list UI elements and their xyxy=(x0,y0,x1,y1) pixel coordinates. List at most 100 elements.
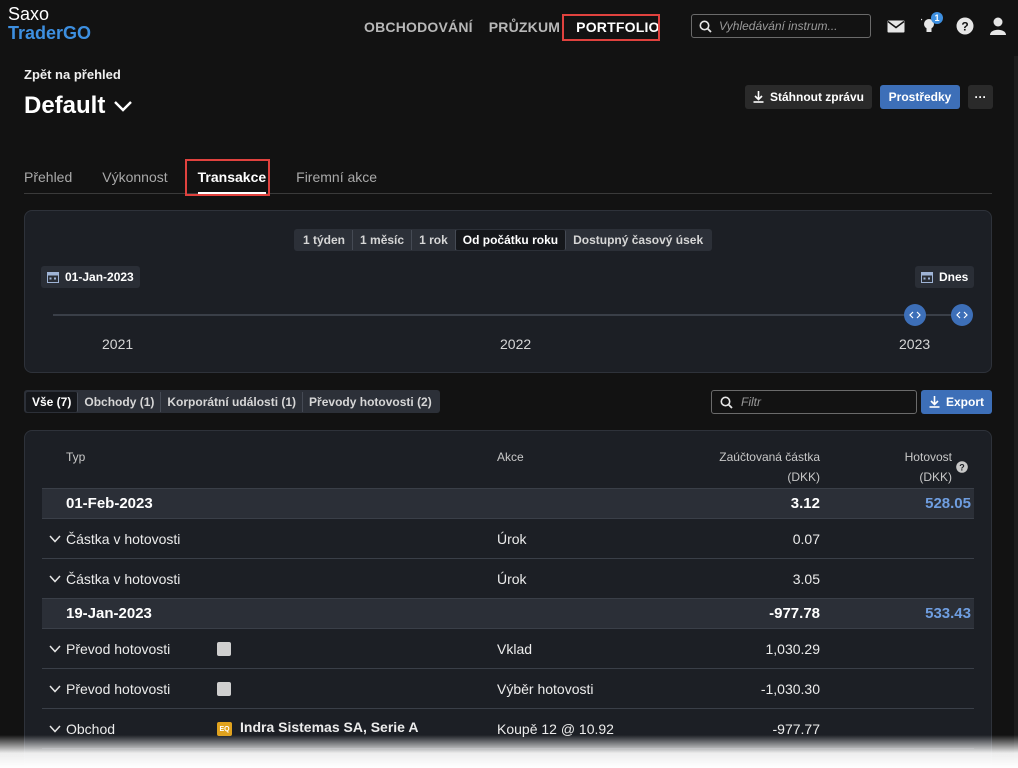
table-row[interactable]: Částka v hotovosti Úrok 0.07 xyxy=(42,519,974,559)
svg-text:?: ? xyxy=(959,462,965,472)
portfolio-tabs: Přehled Výkonnost Transakce Firemní akce xyxy=(24,163,992,194)
row-action: Úrok xyxy=(497,531,527,547)
col-header-amount-line2: (DKK) xyxy=(787,470,820,484)
table-row[interactable]: Částka v hotovosti Úrok 3.05 xyxy=(42,559,974,599)
row-instrument[interactable]: Indra Sistemas SA, Serie A xyxy=(240,719,418,735)
date-group-row: 01-Feb-2023 3.12 528.05 xyxy=(42,489,974,519)
year-label-2022: 2022 xyxy=(500,336,532,352)
col-header-type[interactable]: Typ xyxy=(66,447,85,467)
period-all-available[interactable]: Dostupný časový úsek xyxy=(566,230,710,250)
chevron-down-icon xyxy=(114,101,133,112)
end-date-value: Dnes xyxy=(939,270,969,284)
col-header-cash-line2: (DKK) xyxy=(919,470,952,484)
portfolio-selector[interactable]: Default xyxy=(24,92,133,120)
chevron-down-icon[interactable] xyxy=(49,685,61,693)
period-1-year[interactable]: 1 rok xyxy=(412,230,456,250)
timeline-track[interactable] xyxy=(53,314,968,316)
group-date: 01-Feb-2023 xyxy=(66,495,153,512)
end-date-picker[interactable]: Dnes xyxy=(915,266,975,288)
col-header-action[interactable]: Akce xyxy=(497,447,524,467)
col-header-cash[interactable]: Hotovost (DKK) xyxy=(842,447,952,487)
logo-saxo-text: Saxo xyxy=(8,4,50,24)
tab-firemni-akce[interactable]: Firemní akce xyxy=(296,163,377,193)
table-row[interactable]: Převod hotovosti Vklad 1,030.29 xyxy=(42,629,974,669)
chevron-down-icon[interactable] xyxy=(49,645,61,653)
document-icon[interactable] xyxy=(217,682,231,696)
user-profile-icon[interactable] xyxy=(988,16,1008,36)
period-1-month[interactable]: 1 měsíc xyxy=(353,230,413,250)
row-type: Převod hotovosti xyxy=(66,641,171,657)
row-type: Převod hotovosti xyxy=(66,681,171,697)
nav-pruzkum[interactable]: PRŮZKUM xyxy=(481,14,568,40)
download-icon xyxy=(929,396,940,408)
filter-trades[interactable]: Obchody (1) xyxy=(78,391,162,412)
row-action: Výběr hotovosti xyxy=(497,681,594,697)
funds-button[interactable]: Prostředky xyxy=(880,85,960,109)
tab-vykonnost[interactable]: Výkonnost xyxy=(102,163,167,193)
more-options-button[interactable]: ··· xyxy=(968,85,993,109)
col-header-amount-line1: Zaúčtovaná částka xyxy=(719,450,820,464)
svg-text:?: ? xyxy=(961,20,968,34)
row-amount: -1,030.30 xyxy=(760,681,820,697)
drag-arrows-icon xyxy=(956,311,968,319)
lightbulb-notification-icon[interactable]: 1 xyxy=(919,12,943,36)
period-selector: 1 týden 1 měsíc 1 rok Od počátku roku Do… xyxy=(294,229,713,251)
col-header-cash-line1: Hotovost xyxy=(904,450,952,464)
saxo-logo[interactable]: Saxo TraderGO xyxy=(8,5,91,43)
document-icon[interactable] xyxy=(217,642,231,656)
tab-prehled[interactable]: Přehled xyxy=(24,163,72,193)
group-total: -977.78 xyxy=(769,605,820,622)
group-total: 3.12 xyxy=(790,495,820,512)
row-type: Částka v hotovosti xyxy=(66,571,181,587)
instrument-search-input[interactable]: Vyhledávání instrum... xyxy=(691,14,871,38)
search-icon xyxy=(720,396,733,409)
logo-tradergo-text: TraderGO xyxy=(8,23,92,43)
download-report-button[interactable]: Stáhnout zprávu xyxy=(745,85,872,109)
chevron-down-icon[interactable] xyxy=(49,575,61,583)
drag-arrows-icon xyxy=(909,311,921,319)
row-amount: 1,030.29 xyxy=(765,641,821,657)
export-button[interactable]: Export xyxy=(921,390,992,414)
bottom-fade-overlay xyxy=(0,735,1018,768)
row-action: Úrok xyxy=(497,571,527,587)
date-group-row: 19-Jan-2023 -977.78 533.43 xyxy=(42,599,974,629)
year-label-2023: 2023 xyxy=(899,336,931,352)
search-icon xyxy=(699,20,712,33)
nav-obchodovani[interactable]: OBCHODOVÁNÍ xyxy=(356,14,481,40)
search-placeholder: Vyhledávání instrum... xyxy=(719,19,838,33)
year-label-2021: 2021 xyxy=(102,336,134,352)
period-1-week[interactable]: 1 týden xyxy=(296,230,354,250)
filter-cash-transfers[interactable]: Převody hotovosti (2) xyxy=(303,392,438,412)
export-label: Export xyxy=(945,395,984,409)
mail-icon[interactable] xyxy=(886,16,906,36)
help-icon[interactable]: ? xyxy=(956,461,968,473)
row-action: Vklad xyxy=(497,641,533,657)
row-type: Částka v hotovosti xyxy=(66,531,181,547)
range-end-handle[interactable] xyxy=(951,304,973,326)
transactions-table: Typ Akce Zaúčtovaná částka (DKK) Hotovos… xyxy=(24,430,992,768)
start-date-picker[interactable]: 01-Jan-2023 xyxy=(41,266,140,288)
help-icon[interactable]: ? xyxy=(955,16,975,36)
chevron-down-icon[interactable] xyxy=(49,535,61,543)
filter-input[interactable]: Filtr xyxy=(711,390,917,414)
chevron-down-icon[interactable] xyxy=(49,725,61,733)
calendar-icon xyxy=(921,272,933,283)
group-cash[interactable]: 533.43 xyxy=(822,605,971,622)
filter-placeholder: Filtr xyxy=(741,395,761,409)
transaction-type-filter: Vše (7) Obchody (1) Korporátní události … xyxy=(24,390,440,413)
page-scrollbar[interactable] xyxy=(1014,56,1018,768)
table-row[interactable]: Převod hotovosti Výběr hotovosti -1,030.… xyxy=(42,669,974,709)
more-icon: ··· xyxy=(974,90,987,104)
range-start-handle[interactable] xyxy=(904,304,926,326)
group-cash[interactable]: 528.05 xyxy=(822,495,971,512)
funds-label: Prostředky xyxy=(888,90,952,104)
row-amount: 3.05 xyxy=(792,571,820,587)
back-to-overview-link[interactable]: Zpět na přehled xyxy=(24,67,121,82)
filter-all[interactable]: Vše (7) xyxy=(26,391,79,412)
period-ytd[interactable]: Od počátku roku xyxy=(455,230,567,250)
top-bar: Saxo TraderGO OBCHODOVÁNÍ PRŮZKUM PORTFO… xyxy=(0,0,1018,56)
filter-corporate-events[interactable]: Korporátní události (1) xyxy=(161,391,304,412)
start-date-value: 01-Jan-2023 xyxy=(65,270,134,284)
portfolio-title: Default xyxy=(24,92,106,119)
col-header-amount[interactable]: Zaúčtovaná částka (DKK) xyxy=(662,447,820,487)
